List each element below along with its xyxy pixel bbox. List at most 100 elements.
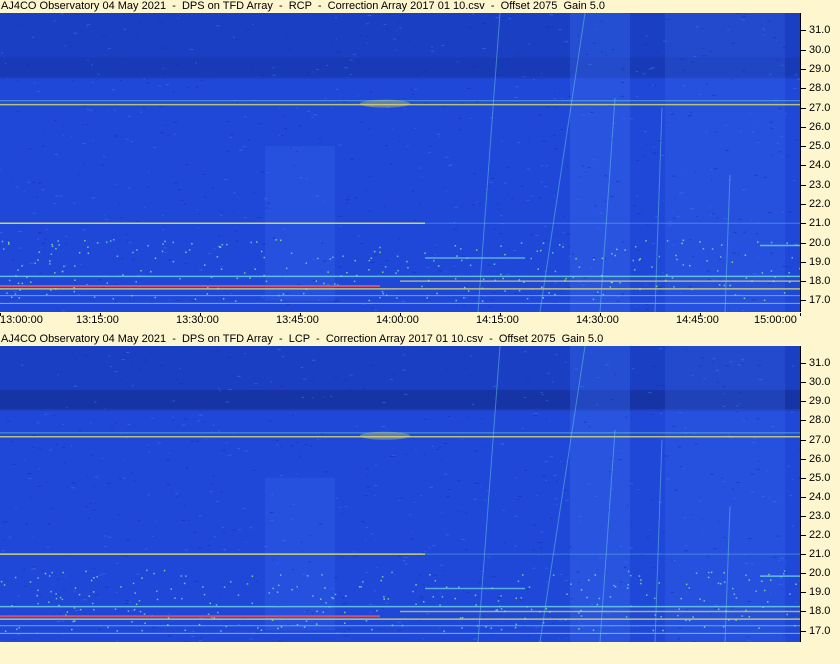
- noise-speckle: [299, 177, 303, 179]
- noise-speckle: [542, 140, 546, 142]
- noise-speckle: [101, 573, 106, 575]
- signal-speck: [96, 575, 98, 578]
- noise-speckle: [91, 509, 96, 511]
- signal-speck: [609, 596, 612, 598]
- noise-speckle: [716, 381, 719, 383]
- noise-speckle: [280, 134, 284, 136]
- noise-speckle: [272, 559, 274, 561]
- noise-speckle: [436, 162, 438, 164]
- noise-speckle: [187, 86, 190, 88]
- noise-speckle: [545, 26, 549, 28]
- noise-speckle: [545, 567, 549, 569]
- signal-speck: [588, 579, 590, 582]
- noise-speckle: [436, 448, 440, 450]
- noise-speckle: [32, 182, 36, 184]
- signal-speck: [434, 579, 437, 582]
- noise-speckle: [767, 283, 772, 285]
- noise-speckle: [789, 495, 792, 497]
- signal-speck: [132, 251, 134, 254]
- noise-speckle: [225, 401, 229, 403]
- signal-speck: [260, 250, 263, 253]
- noise-speckle: [119, 217, 123, 219]
- noise-speckle: [672, 244, 675, 246]
- signal-speck: [445, 586, 448, 588]
- signal-speck: [319, 598, 322, 600]
- noise-speckle: [298, 125, 303, 127]
- noise-speckle: [683, 517, 686, 519]
- noise-speckle: [309, 535, 312, 537]
- noise-speckle: [225, 442, 228, 444]
- noise-speckle: [560, 97, 564, 99]
- signal-speck: [497, 600, 500, 602]
- signal-speck: [156, 598, 159, 601]
- noise-speckle: [747, 639, 751, 641]
- noise-speckle: [426, 267, 430, 269]
- noise-speckle: [37, 238, 39, 240]
- signal-speck: [677, 614, 679, 617]
- noise-speckle: [772, 500, 777, 502]
- signal-speck: [17, 282, 20, 285]
- noise-speckle: [674, 198, 676, 200]
- noise-speckle: [754, 174, 759, 176]
- noise-speckle: [552, 622, 554, 624]
- noise-speckle: [136, 220, 140, 222]
- noise-speckle: [559, 461, 562, 463]
- noise-speckle: [118, 514, 121, 516]
- noise-speckle: [731, 607, 735, 609]
- signal-speck: [143, 613, 146, 615]
- noise-speckle: [114, 135, 118, 137]
- noise-speckle: [385, 28, 388, 30]
- noise-speckle: [476, 201, 478, 203]
- noise-speckle: [44, 238, 47, 240]
- signal-speck: [106, 282, 108, 284]
- noise-speckle: [467, 26, 472, 28]
- noise-speckle: [31, 36, 35, 38]
- noise-speckle: [614, 373, 617, 375]
- noise-speckle: [715, 369, 720, 371]
- noise-speckle: [221, 527, 225, 529]
- noise-speckle: [710, 214, 712, 216]
- noise-speckle: [515, 477, 518, 479]
- signal-speck: [37, 589, 39, 592]
- noise-speckle: [381, 608, 384, 610]
- noise-speckle: [668, 220, 672, 222]
- signal-speck: [383, 598, 385, 600]
- noise-speckle: [576, 571, 581, 573]
- noise-speckle: [540, 531, 544, 533]
- noise-speckle: [61, 125, 64, 127]
- signal-speck: [136, 249, 138, 251]
- noise-speckle: [359, 35, 363, 37]
- noise-speckle: [418, 620, 421, 622]
- noise-speckle: [218, 235, 221, 237]
- noise-speckle: [147, 444, 150, 446]
- noise-speckle: [681, 173, 683, 175]
- signal-speck: [279, 574, 282, 576]
- signal-speck: [78, 251, 81, 254]
- signal-speck: [34, 262, 36, 265]
- signal-speck: [743, 297, 746, 300]
- noise-speckle: [144, 207, 146, 209]
- noise-speckle: [762, 34, 765, 36]
- noise-speckle: [303, 378, 307, 380]
- noise-speckle: [13, 291, 18, 293]
- signal-speck: [500, 595, 502, 597]
- noise-speckle: [121, 258, 124, 260]
- noise-speckle: [709, 51, 712, 53]
- noise-speckle: [536, 401, 540, 403]
- noise-speckle: [590, 603, 594, 605]
- noise-speckle: [566, 233, 571, 235]
- signal-speck: [198, 623, 201, 626]
- signal-speck: [638, 575, 641, 577]
- signal-speck: [578, 612, 580, 614]
- signal-speck: [96, 242, 99, 244]
- noise-speckle: [635, 160, 640, 162]
- signal-speck: [277, 584, 280, 587]
- noise-speckle: [71, 80, 75, 82]
- noise-speckle: [538, 114, 542, 116]
- noise-speckle: [585, 53, 589, 55]
- x-tick: [800, 313, 801, 316]
- noise-speckle: [791, 478, 793, 480]
- noise-speckle: [193, 531, 197, 533]
- signal-speck: [8, 243, 10, 245]
- noise-speckle: [270, 495, 274, 497]
